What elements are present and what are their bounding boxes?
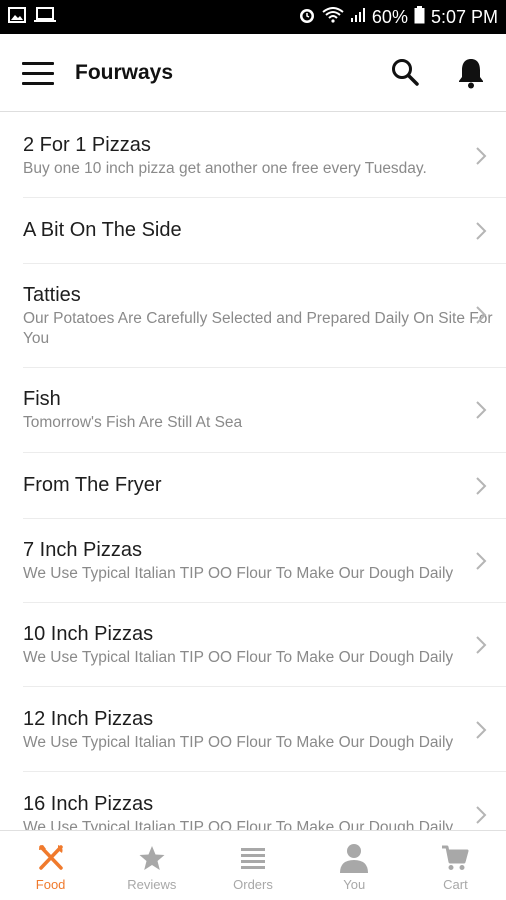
item-description: We Use Typical Italian TIP OO Flour To M… (23, 819, 454, 830)
nav-label-you: You (343, 877, 366, 892)
list-item[interactable]: Tatties Our Potatoes Are Carefully Selec… (0, 264, 506, 368)
nav-cart[interactable]: Cart (405, 831, 506, 900)
person-icon (339, 843, 369, 873)
list-item[interactable]: 10 Inch Pizzas We Use Typical Italian TI… (0, 603, 506, 687)
item-title: Tatties (23, 284, 81, 306)
clock: 5:07 PM (430, 6, 498, 27)
chevron-right-icon (476, 222, 487, 240)
item-description: We Use Typical Italian TIP OO Flour To M… (23, 734, 454, 751)
category-list: 2 For 1 Pizzas Buy one 10 inch pizza get… (0, 113, 506, 830)
signal-icon (350, 7, 366, 28)
nav-label-reviews: Reviews (127, 877, 177, 892)
search-icon[interactable] (389, 56, 421, 88)
list-icon (238, 843, 268, 873)
chevron-right-icon (476, 636, 487, 654)
chevron-right-icon (476, 401, 487, 419)
item-title: 16 Inch Pizzas (23, 793, 154, 815)
list-item[interactable]: A Bit On The Side (0, 198, 506, 264)
status-left (8, 6, 56, 28)
status-bar: 60% 5:07 PM (0, 0, 506, 34)
list-item[interactable]: Fish Tomorrow's Fish Are Still At Sea (0, 368, 506, 453)
image-icon (8, 6, 26, 28)
item-description: We Use Typical Italian TIP OO Flour To M… (23, 565, 454, 582)
item-description: Our Potatoes Are Carefully Selected and … (23, 310, 493, 347)
page-title: Fourways (75, 61, 174, 84)
cart-icon (440, 843, 470, 873)
alarm-icon (298, 6, 316, 29)
nav-label-food: Food (35, 877, 66, 892)
bell-icon[interactable] (455, 56, 487, 90)
nav-food[interactable]: Food (0, 831, 101, 900)
item-title: 7 Inch Pizzas (23, 539, 142, 561)
item-description: Tomorrow's Fish Are Still At Sea (23, 414, 243, 431)
chevron-right-icon (476, 552, 487, 570)
chevron-right-icon (476, 477, 487, 495)
item-title: 10 Inch Pizzas (23, 623, 154, 645)
star-icon (137, 843, 167, 873)
item-title: 12 Inch Pizzas (23, 708, 154, 730)
item-title: 2 For 1 Pizzas (23, 134, 151, 156)
battery-percent: 60% (371, 6, 408, 27)
nav-orders[interactable]: Orders (202, 831, 303, 900)
list-item[interactable]: 2 For 1 Pizzas Buy one 10 inch pizza get… (0, 113, 506, 198)
item-title: A Bit On The Side (23, 219, 182, 241)
chevron-right-icon (476, 147, 487, 165)
menu-icon[interactable] (22, 62, 54, 86)
nav-reviews[interactable]: Reviews (101, 831, 202, 900)
laptop-icon (34, 6, 56, 28)
item-title: Fish (23, 388, 61, 410)
item-description: We Use Typical Italian TIP OO Flour To M… (23, 649, 454, 666)
fork-knife-icon (36, 843, 66, 873)
nav-label-cart: Cart (443, 877, 468, 892)
wifi-icon (322, 6, 344, 28)
nav-label-orders: Orders (233, 877, 273, 892)
list-item[interactable]: 16 Inch Pizzas We Use Typical Italian TI… (0, 772, 506, 830)
list-item[interactable]: 7 Inch Pizzas We Use Typical Italian TIP… (0, 519, 506, 603)
app-bar: Fourways (0, 34, 506, 112)
list-item[interactable]: 12 Inch Pizzas We Use Typical Italian TI… (0, 687, 506, 772)
status-right: 60% 5:07 PM (298, 5, 498, 29)
item-description: Buy one 10 inch pizza get another one fr… (23, 160, 427, 177)
chevron-right-icon (476, 306, 487, 324)
bottom-nav: Food Reviews Orders You Cart (0, 830, 506, 900)
nav-you[interactable]: You (304, 831, 405, 900)
chevron-right-icon (476, 806, 487, 824)
list-item[interactable]: From The Fryer (0, 453, 506, 519)
chevron-right-icon (476, 721, 487, 739)
item-title: From The Fryer (23, 474, 162, 496)
battery-icon (414, 5, 425, 29)
